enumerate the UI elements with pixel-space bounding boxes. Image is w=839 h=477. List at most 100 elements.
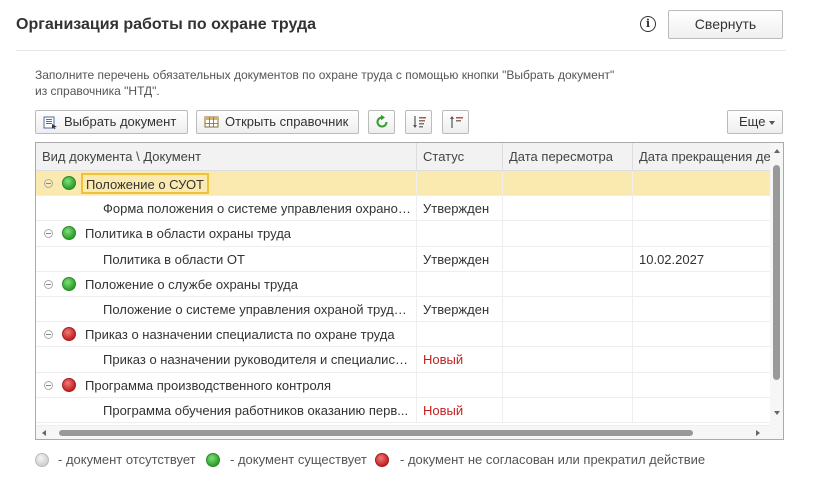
end-date-cell: 10.02.2027 [639,251,705,267]
chevron-down-icon [769,121,775,125]
collapse-toggle-icon[interactable] [44,380,53,390]
review-date-cell [503,296,633,322]
collapse-toggle-icon[interactable] [44,279,53,289]
table-row[interactable]: Программа производственного контроля [36,372,770,398]
table-row[interactable]: Политика в области ОТ Утвержден 10.02.20… [36,246,770,272]
status-cell [417,322,503,348]
legend-missing-text: - документ отсутствует [58,452,196,467]
document-cell: Программа обучения работников оказанию п… [36,397,417,423]
refresh-icon [376,114,388,128]
review-date-cell [503,372,633,398]
document-cell: Приказ о назначении специалиста по охран… [36,322,417,348]
sort-ascending-icon [450,116,463,128]
more-label: Еще [739,114,766,129]
review-date-cell [503,397,633,423]
hint-text: Заполните перечень обязательных документ… [35,67,614,99]
group-label: Положение о службе охраны труда [85,276,298,292]
status-dot-green-icon [62,276,76,291]
document-cell: Политика в области охраны труда [36,221,417,247]
status-cell: Утвержден [417,296,503,322]
table-row[interactable]: Положение о СУОТ [36,171,770,197]
end-date-cell [633,272,770,297]
group-label: Положение о СУОТ [81,173,209,194]
end-date-cell [633,398,770,423]
document-cell: Положение о СУОТ [36,171,417,196]
select-document-label: Выбрать документ [64,114,177,129]
scroll-up-icon[interactable] [774,149,780,153]
document-cell: Положение о системе управления охраной т… [36,296,417,322]
collapse-button[interactable]: Свернуть [668,10,783,39]
group-label: Программа производственного контроля [85,377,332,393]
page-title: Организация работы по охране труда [16,16,317,33]
table-row[interactable]: Положение о службе охраны труда [36,271,770,297]
status-dot-green-icon [62,176,76,190]
document-label: Форма положения о системе управления охр… [103,201,411,217]
sort-descending-icon [413,116,426,128]
status-cell [417,271,503,297]
legend-exists-text: - документ существует [230,452,367,467]
info-icon[interactable]: i [640,16,656,32]
status-dot-red-icon [62,377,76,392]
legend-green-dot-icon [206,453,220,467]
column-header-document[interactable]: Вид документа \ Документ [36,143,417,171]
scroll-left-icon[interactable] [42,430,46,436]
column-header-review-date[interactable]: Дата пересмотра [503,143,633,171]
status-cell: Новый [417,347,503,373]
table-row[interactable]: Положение о системе управления охраной т… [36,296,770,323]
hint-line-2: из справочника "НТД". [35,84,160,98]
document-label: Программа обучения работников оказанию п… [103,402,409,418]
table-row[interactable]: Приказ о назначении специалиста по охран… [36,322,770,348]
horizontal-scroll-thumb[interactable] [59,430,693,436]
legend-gray-dot-icon [35,453,49,467]
review-date-cell [503,271,633,297]
review-date-cell [503,196,633,222]
table-row[interactable]: Форма положения о системе управления охр… [36,196,770,222]
vertical-scrollbar[interactable] [770,143,783,439]
document-cell: Форма положения о системе управления охр… [36,196,417,222]
end-date-cell [633,373,770,398]
group-label: Приказ о назначении специалиста по охран… [85,327,395,343]
table-row[interactable]: Приказ о назначении руководителя и специ… [36,347,770,373]
end-date-cell [633,171,770,196]
collapse-toggle-icon[interactable] [44,229,53,239]
open-catalog-label: Открыть справочник [225,114,349,129]
review-date-cell [503,347,633,373]
status-cell: Утвержден [417,246,503,272]
review-date-cell [503,221,633,247]
table-row[interactable]: Программа обучения работников оказанию п… [36,397,770,423]
document-label: Положение о системе управления охраной т… [103,301,411,317]
group-label: Политика в области охраны труда [85,226,292,242]
documents-table: Вид документа \ Документ Статус Дата пер… [35,142,784,440]
select-document-icon [43,116,57,129]
hint-line-1: Заполните перечень обязательных документ… [35,68,615,82]
status-cell [417,372,503,398]
table-body: Положение о СУОТ Форма положения о систе… [36,171,770,423]
end-date-cell [633,221,770,246]
collapse-toggle-icon[interactable] [44,179,53,188]
table-row[interactable]: Политика в области охраны труда [36,221,770,247]
scroll-down-icon[interactable] [774,411,780,415]
collapse-toggle-icon[interactable] [44,330,53,340]
document-label: Политика в области ОТ [103,251,245,267]
status-cell: Утвержден [417,196,503,222]
table-header: Вид документа \ Документ Статус Дата пер… [36,143,783,171]
more-button[interactable]: Еще [727,110,783,134]
horizontal-scrollbar[interactable] [36,425,770,439]
refresh-button[interactable] [368,110,395,134]
document-cell: Положение о службе охраны труда [36,271,417,297]
column-header-end-date[interactable]: Дата прекращения де [633,143,770,171]
header-separator [16,50,786,51]
sort-ascending-button[interactable] [442,110,469,134]
catalog-table-icon [204,116,219,128]
scroll-right-icon[interactable] [756,430,760,436]
status-cell: Новый [417,397,503,423]
status-dot-red-icon [62,327,76,342]
column-header-status[interactable]: Статус [417,143,503,171]
select-document-button[interactable]: Выбрать документ [35,110,188,134]
vertical-scroll-thumb[interactable] [773,165,780,380]
review-date-cell [503,322,633,348]
document-cell: Политика в области ОТ [36,246,417,272]
open-catalog-button[interactable]: Открыть справочник [196,110,359,134]
review-date-cell [503,171,633,196]
sort-descending-button[interactable] [405,110,432,134]
